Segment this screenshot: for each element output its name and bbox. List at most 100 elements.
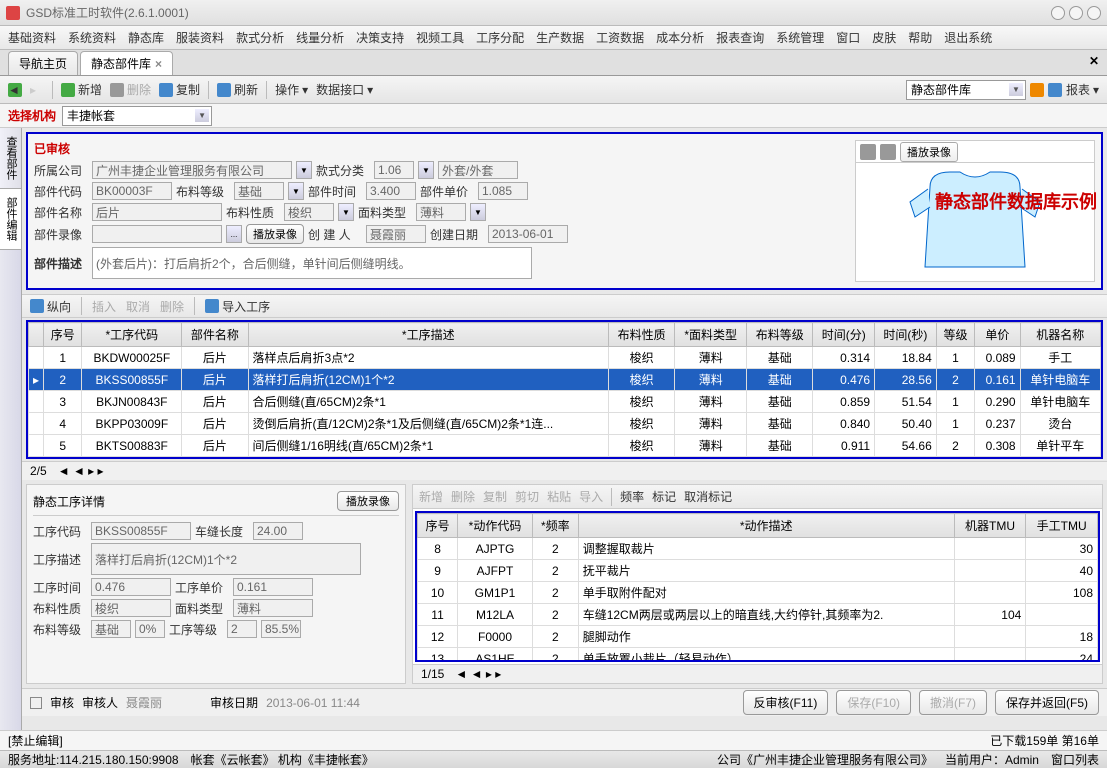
desc-field[interactable]: (外套后片)：打后肩折2个，合后侧缝，单针间后侧缝明线。 bbox=[92, 247, 532, 279]
delete-button[interactable]: 删除 bbox=[110, 81, 151, 98]
face-type-field[interactable]: 薄料 bbox=[416, 203, 466, 221]
table-row[interactable]: 4BKPP03009F后片烫倒后肩折(直/12CM)2条*1及后侧缝(直/65C… bbox=[29, 413, 1101, 435]
menu-item[interactable]: 皮肤 bbox=[872, 29, 896, 46]
close-button[interactable] bbox=[1087, 6, 1101, 20]
table-row[interactable]: 10GM1P12单手取附件配对108 bbox=[418, 582, 1098, 604]
status-bar-1: [禁止编辑]已下载159单 第16单 bbox=[0, 730, 1107, 750]
new-button[interactable]: 新增 bbox=[61, 81, 102, 98]
sidetab-view[interactable]: 查看部件 bbox=[0, 128, 21, 189]
operate-menu[interactable]: 操作 ▾ bbox=[275, 81, 308, 98]
maximize-button[interactable] bbox=[1069, 6, 1083, 20]
sidetab-edit[interactable]: 部件编辑 bbox=[0, 189, 21, 250]
table-row[interactable]: 9AJFPT2抚平裁片40 bbox=[418, 560, 1098, 582]
style-code-field[interactable]: 1.06 bbox=[374, 161, 414, 179]
garment-preview bbox=[856, 163, 1094, 281]
unaudit-button[interactable]: 反审核(F11) bbox=[743, 690, 829, 715]
image-icon[interactable] bbox=[860, 144, 876, 160]
table-row[interactable]: 11M12LA2车缝12CM两层或两层以上的暗直线,大约停针,其频率为2.104 bbox=[418, 604, 1098, 626]
create-date-field: 2013-06-01 bbox=[488, 225, 568, 243]
table-row[interactable]: 8AJPTG2调整握取裁片30 bbox=[418, 538, 1098, 560]
action-freq[interactable]: 频率 bbox=[620, 488, 644, 505]
action-cut[interactable]: 剪切 bbox=[515, 488, 539, 505]
tab-static-parts[interactable]: 静态部件库× bbox=[80, 51, 173, 75]
action-panel: 新增 删除 复制 剪切 粘贴 导入 频率 标记 取消标记 序号*动作代码*频率*… bbox=[412, 484, 1103, 684]
menu-item[interactable]: 系统资料 bbox=[68, 29, 116, 46]
save-button[interactable]: 保存(F10) bbox=[836, 690, 911, 715]
menu-item[interactable]: 工资数据 bbox=[596, 29, 644, 46]
menu-item[interactable]: 款式分析 bbox=[236, 29, 284, 46]
menu-item[interactable]: 系统管理 bbox=[776, 29, 824, 46]
action-unmark[interactable]: 取消标记 bbox=[684, 488, 732, 505]
org-combo[interactable]: 丰捷帐套 bbox=[62, 106, 212, 126]
close-icon[interactable]: × bbox=[155, 57, 162, 71]
search-button[interactable] bbox=[1030, 83, 1044, 97]
menu-item[interactable]: 静态库 bbox=[128, 29, 164, 46]
status-bar-2: 服务地址:114.215.180.150:9908 帐套《云帐套》 机构《丰捷帐… bbox=[0, 750, 1107, 768]
action-import[interactable]: 导入 bbox=[579, 488, 603, 505]
style-name-field: 外套/外套 bbox=[438, 161, 518, 179]
interface-menu[interactable]: 数据接口 ▾ bbox=[316, 81, 373, 98]
menu-item[interactable]: 报表查询 bbox=[716, 29, 764, 46]
menu-item[interactable]: 成本分析 bbox=[656, 29, 704, 46]
fabric-grade-field[interactable]: 基础 bbox=[234, 182, 284, 200]
menu-item[interactable]: 生产数据 bbox=[536, 29, 584, 46]
table-row[interactable]: 3BKJN00843F后片合后侧缝(直/65CM)2条*1梭织薄料基础0.859… bbox=[29, 391, 1101, 413]
menu-item[interactable]: 帮助 bbox=[908, 29, 932, 46]
cancel-button[interactable]: 取消 bbox=[126, 298, 150, 315]
undo-button[interactable]: 撤消(F7) bbox=[919, 690, 987, 715]
vertical-button[interactable]: 纵向 bbox=[30, 298, 71, 315]
library-combo[interactable]: 静态部件库 bbox=[906, 80, 1026, 100]
action-paste[interactable]: 粘贴 bbox=[547, 488, 571, 505]
part-code-field[interactable]: BK00003F bbox=[92, 182, 172, 200]
menubar: 基础资料 系统资料 静态库 服装资料 款式分析 线量分析 决策支持 视频工具 工… bbox=[0, 26, 1107, 50]
table-row[interactable]: 12F00002腿脚动作18 bbox=[418, 626, 1098, 648]
detail-play-button[interactable]: 播放录像 bbox=[337, 491, 399, 511]
action-mark[interactable]: 标记 bbox=[652, 488, 676, 505]
menu-item[interactable]: 窗口 bbox=[836, 29, 860, 46]
close-all-tabs[interactable]: ✕ bbox=[1089, 54, 1099, 68]
menu-item[interactable]: 线量分析 bbox=[296, 29, 344, 46]
play-record-button[interactable]: 播放录像 bbox=[900, 142, 958, 162]
part-name-field[interactable]: 后片 bbox=[92, 203, 222, 221]
save-back-button[interactable]: 保存并返回(F5) bbox=[995, 690, 1099, 715]
table-row[interactable]: ▸2BKSS00855F后片落样打后肩折(12CM)1个*2梭织薄料基础0.47… bbox=[29, 369, 1101, 391]
action-new[interactable]: 新增 bbox=[419, 488, 443, 505]
insert-button[interactable]: 插入 bbox=[92, 298, 116, 315]
delete-row-button[interactable]: 删除 bbox=[160, 298, 184, 315]
report-menu[interactable]: 报表 ▾ bbox=[1066, 81, 1099, 98]
table-row[interactable]: 13AS1HE2单手放置小裁片（轻易动作）24 bbox=[418, 648, 1098, 663]
menu-item[interactable]: 服装资料 bbox=[176, 29, 224, 46]
menu-item[interactable]: 退出系统 bbox=[944, 29, 992, 46]
nav-back[interactable]: ◄ bbox=[8, 83, 22, 97]
table-row[interactable]: 5BKTS00883F后片间后侧缝1/16明线(直/65CM)2条*1梭织薄料基… bbox=[29, 435, 1101, 457]
nav-fwd[interactable]: ▸ bbox=[30, 83, 44, 97]
part-time-field: 3.400 bbox=[366, 182, 416, 200]
menu-item[interactable]: 视频工具 bbox=[416, 29, 464, 46]
tab-nav-home[interactable]: 导航主页 bbox=[8, 51, 78, 75]
audit-checkbox[interactable] bbox=[30, 697, 42, 709]
video-field[interactable] bbox=[92, 225, 222, 243]
window-title: GSD标准工时软件(2.6.1.0001) bbox=[26, 4, 1051, 21]
menu-item[interactable]: 决策支持 bbox=[356, 29, 404, 46]
table-row[interactable]: 1BKDW00025F后片落样点后肩折3点*2梭织薄料基础0.31418.841… bbox=[29, 347, 1101, 369]
filter-button[interactable] bbox=[1048, 83, 1062, 97]
menu-item[interactable]: 工序分配 bbox=[476, 29, 524, 46]
company-field[interactable]: 广州丰捷企业管理服务有限公司 bbox=[92, 161, 292, 179]
action-toolbar: 新增 删除 复制 剪切 粘贴 导入 频率 标记 取消标记 bbox=[413, 485, 1102, 509]
copy-button[interactable]: 复制 bbox=[159, 81, 200, 98]
play-video-button[interactable]: 播放录像 bbox=[246, 224, 304, 244]
mid-toolbar: 纵向 插入 取消 删除 导入工序 bbox=[22, 294, 1107, 318]
detail-panel: 静态工序详情 播放录像 工序代码BKSS00855F 车缝长度24.00 工序描… bbox=[26, 484, 406, 684]
import-process-button[interactable]: 导入工序 bbox=[205, 298, 270, 315]
image-icon[interactable] bbox=[880, 144, 896, 160]
refresh-button[interactable]: 刷新 bbox=[217, 81, 258, 98]
menu-item[interactable]: 基础资料 bbox=[8, 29, 56, 46]
action-delete[interactable]: 删除 bbox=[451, 488, 475, 505]
tabbar: 导航主页 静态部件库× ✕ bbox=[0, 50, 1107, 76]
app-icon bbox=[6, 6, 20, 20]
org-bar: 选择机构 丰捷帐套 bbox=[0, 104, 1107, 128]
titlebar: GSD标准工时软件(2.6.1.0001) bbox=[0, 0, 1107, 26]
action-copy[interactable]: 复制 bbox=[483, 488, 507, 505]
fabric-prop-field[interactable]: 梭织 bbox=[284, 203, 334, 221]
minimize-button[interactable] bbox=[1051, 6, 1065, 20]
